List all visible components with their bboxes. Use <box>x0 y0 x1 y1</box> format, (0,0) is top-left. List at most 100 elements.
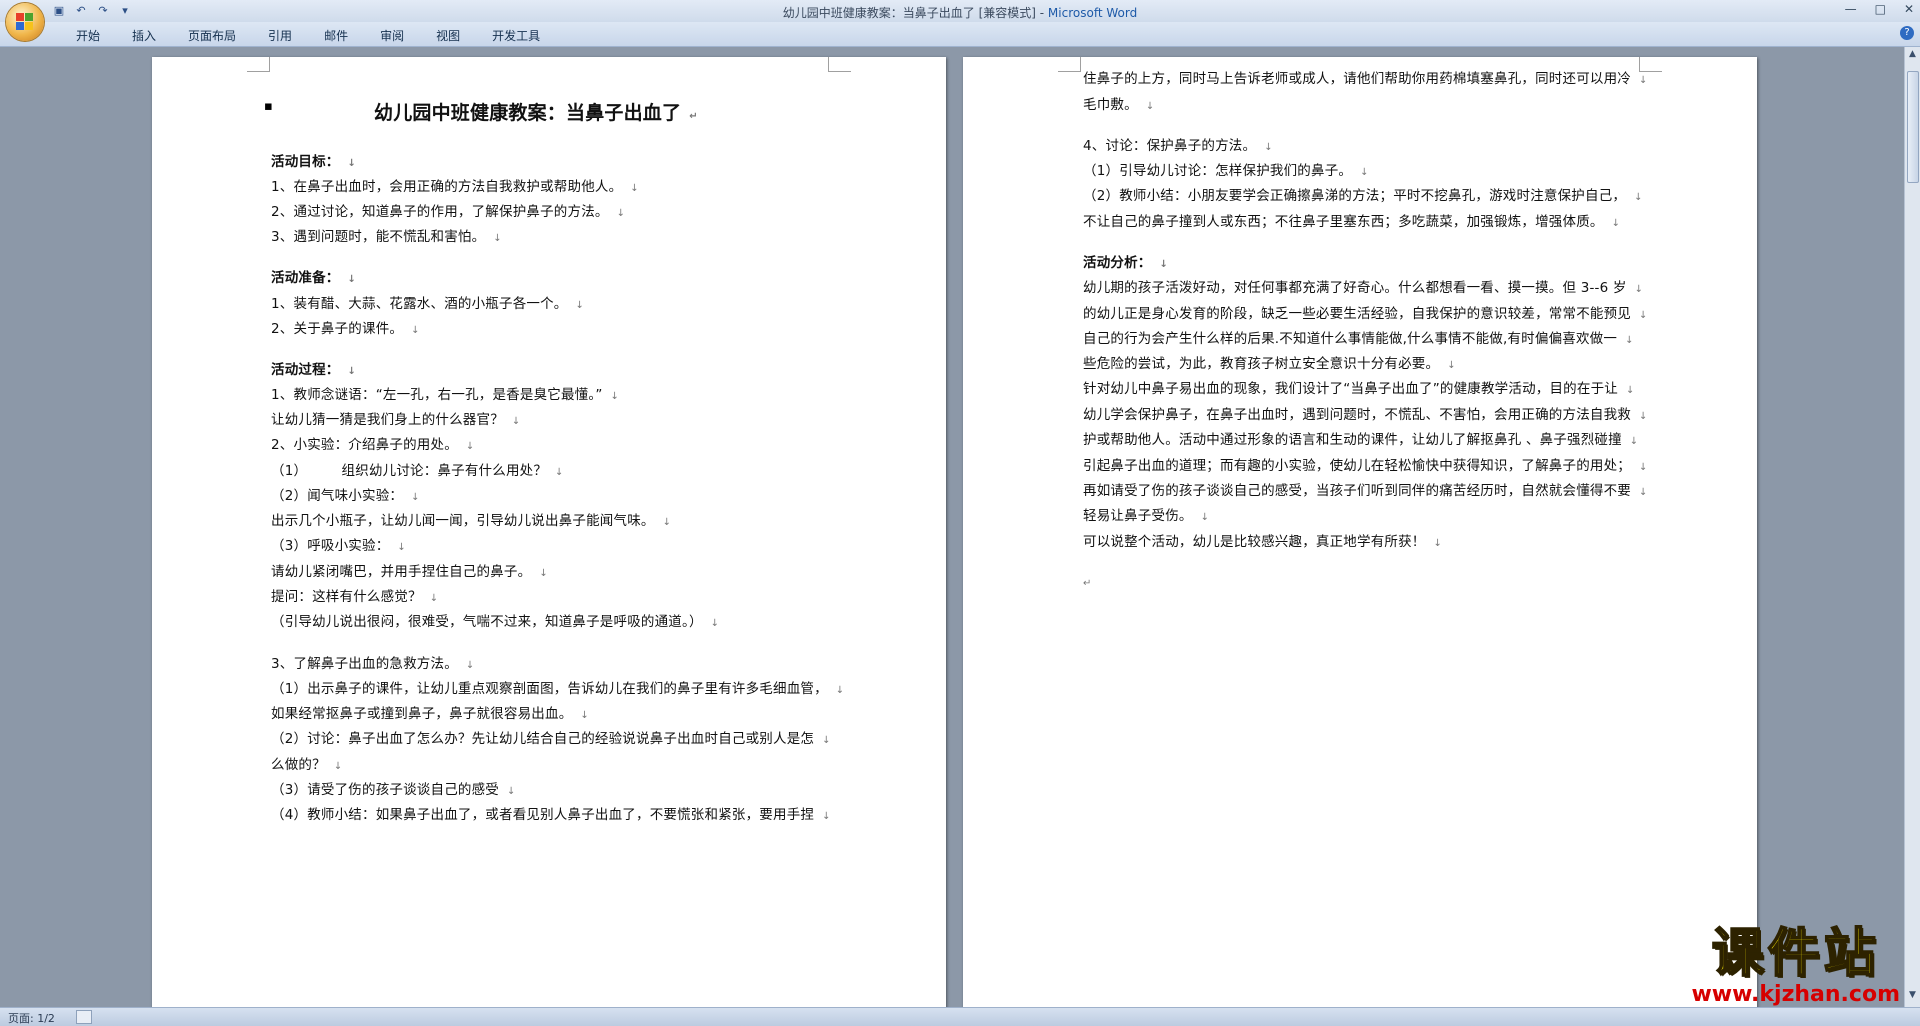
paragraph-mark: ↵ <box>689 111 698 122</box>
paragraph-mark: ↓ <box>1634 192 1643 203</box>
paragraph-line[interactable]: 幼儿期的孩子活泼好动，对任何事都充满了好奇心。什么都想看一看、摸一摸。但 3--… <box>1083 276 1643 296</box>
paragraph-line[interactable]: （4）教师小结：如果鼻子出血了，或者看见别人鼻子出血了，不要慌张和紧张，要用手捏… <box>271 803 831 823</box>
line-text: 2、关于鼻子的课件。 <box>271 321 404 337</box>
paragraph-mark: ↵ <box>1083 578 1092 589</box>
paragraph-line[interactable]: 请幼儿紧闭嘴巴，并用手捏住自己的鼻子。 ↓ <box>271 560 548 580</box>
paragraph-mark: ↓ <box>1625 335 1634 346</box>
line-text: （1） 组织幼儿讨论：鼻子有什么用处？ <box>271 463 548 479</box>
line-text: 3、遇到问题时，能不慌乱和害怕。 <box>271 229 486 245</box>
document-title: 幼儿园中班健康教案：当鼻子出血了 [兼容模式] - <box>782 6 1048 20</box>
paragraph-line[interactable]: 些危险的尝试，为此，教育孩子树立安全意识十分有必要。 ↓ <box>1083 352 1456 372</box>
line-text: 活动目标： <box>271 154 340 170</box>
line-text: 活动准备： <box>271 270 340 286</box>
minimize-button[interactable]: — <box>1845 2 1857 16</box>
paragraph-line[interactable]: 3、了解鼻子出血的急救方法。 ↓ <box>271 652 474 672</box>
line-text: 3、了解鼻子出血的急救方法。 <box>271 656 458 672</box>
crop-mark <box>828 57 851 72</box>
scrollbar-thumb[interactable] <box>1907 71 1919 183</box>
line-text: 4、讨论：保护鼻子的方法。 <box>1083 138 1257 154</box>
section-heading[interactable]: 活动过程： ↓ <box>271 358 356 378</box>
paragraph-line[interactable]: 幼儿学会保护鼻子，在鼻子出血时，遇到问题时，不慌乱、不害怕，会用正确的方法自我救… <box>1083 403 1648 423</box>
paragraph-line[interactable]: （1）出示鼻子的课件，让幼儿重点观察剖面图，告诉幼儿在我们的鼻子里有许多毛细血管… <box>271 677 844 697</box>
paragraph-line[interactable]: 1、装有醋、大蒜、花露水、酒的小瓶子各一个。 ↓ <box>271 292 584 312</box>
paragraph-line[interactable]: 出示几个小瓶子，让幼儿闻一闻，引导幼儿说出鼻子能闻气味。 ↓ <box>271 509 671 529</box>
paragraph-line[interactable]: （3）请受了伤的孩子谈谈自己的感受 ↓ <box>271 778 516 798</box>
paragraph-mark: ↓ <box>575 300 585 311</box>
macro-record-icon[interactable] <box>76 1010 92 1024</box>
tab-references[interactable]: 引用 <box>252 27 308 44</box>
paragraph-line[interactable]: 轻易让鼻子受伤。 ↓ <box>1083 504 1209 524</box>
maximize-button[interactable]: □ <box>1875 2 1886 16</box>
line-text: （2）讨论：鼻子出血了怎么办？先让幼儿结合自己的经验说说鼻子出血时自己或别人是怎 <box>271 731 815 747</box>
paragraph-line[interactable]: 提问：这样有什么感觉？ ↓ <box>271 585 438 605</box>
paragraph-mark: ↓ <box>630 183 639 194</box>
close-button[interactable]: ✕ <box>1904 2 1914 16</box>
line-text: （2）闻气味小实验： <box>271 488 404 504</box>
paragraph-line[interactable]: 1、教师念谜语：“左一孔，右一孔，是香是臭它最懂。” ↓ <box>271 383 619 403</box>
paragraph-line[interactable]: （2）闻气味小实验： ↓ <box>271 484 420 504</box>
tab-mailings[interactable]: 邮件 <box>308 27 364 44</box>
paragraph-line[interactable]: （2）讨论：鼻子出血了怎么办？先让幼儿结合自己的经验说说鼻子出血时自己或别人是怎… <box>271 727 831 747</box>
line-text: 不让自己的鼻子撞到人或东西；不往鼻子里塞东西；多吃蔬菜，加强锻炼，增强体质。 <box>1083 214 1604 230</box>
paragraph-line[interactable]: （2）教师小结：小朋友要学会正确擦鼻涕的方法；平时不挖鼻孔，游戏时注意保护自己，… <box>1083 184 1643 204</box>
line-text: （2）教师小结：小朋友要学会正确擦鼻涕的方法；平时不挖鼻孔，游戏时注意保护自己， <box>1083 188 1627 204</box>
tab-insert[interactable]: 插入 <box>116 27 172 44</box>
scroll-down-icon[interactable]: ▼ <box>1905 990 1920 1005</box>
paragraph-line[interactable]: （1）引导幼儿讨论：怎样保护我们的鼻子。 ↓ <box>1083 159 1369 179</box>
tab-review[interactable]: 审阅 <box>364 27 420 44</box>
paragraph-line[interactable]: 让幼儿猜一猜是我们身上的什么器官？ ↓ <box>271 408 521 428</box>
paragraph-line[interactable]: 不让自己的鼻子撞到人或东西；不往鼻子里塞东西；多吃蔬菜，加强锻炼，增强体质。 ↓ <box>1083 210 1620 230</box>
paragraph-line[interactable]: 可以说整个活动，幼儿是比较感兴趣，真正地学有所获！ ↓ <box>1083 530 1442 550</box>
paragraph-line[interactable]: 再如请受了伤的孩子谈谈自己的感受，当孩子们听到同伴的痛苦经历时，自然就会懂得不要… <box>1083 479 1648 499</box>
paragraph-mark: ↓ <box>493 233 502 244</box>
paragraph-line[interactable]: 2、小实验：介绍鼻子的用处。 ↓ <box>271 433 474 453</box>
tab-view[interactable]: 视图 <box>420 27 476 44</box>
paragraph-line[interactable]: 3、遇到问题时，能不慌乱和害怕。 ↓ <box>271 225 502 245</box>
bullet-mark: ▪ <box>264 99 273 114</box>
tab-page-layout[interactable]: 页面布局 <box>172 27 252 44</box>
section-heading[interactable]: 活动分析： ↓ <box>1083 251 1168 271</box>
line-text: （1）出示鼻子的课件，让幼儿重点观察剖面图，告诉幼儿在我们的鼻子里有许多毛细血管… <box>271 681 828 697</box>
help-icon[interactable]: ? <box>1900 26 1914 40</box>
paragraph-line[interactable]: 1、在鼻子出血时，会用正确的方法自我救护或帮助他人。 ↓ <box>271 175 639 195</box>
paragraph-line[interactable]: 护或帮助他人。活动中通过形象的语言和生动的课件，让幼儿了解抠鼻孔 、鼻子强烈碰撞… <box>1083 428 1638 448</box>
paragraph-line[interactable]: 2、关于鼻子的课件。 ↓ <box>271 317 420 337</box>
line-text: 出示几个小瓶子，让幼儿闻一闻，引导幼儿说出鼻子能闻气味。 <box>271 513 655 529</box>
scroll-up-icon[interactable]: ▲ <box>1905 49 1920 64</box>
tab-developer[interactable]: 开发工具 <box>476 27 556 44</box>
paragraph-mark: ↓ <box>347 366 357 377</box>
paragraph-line[interactable]: 针对幼儿中鼻子易出血的现象，我们设计了“当鼻子出血了”的健康教学活动，目的在于让… <box>1083 377 1635 397</box>
paragraph-line[interactable]: 如果经常抠鼻子或撞到鼻子，鼻子就很容易出血。 ↓ <box>271 702 589 722</box>
paragraph-line[interactable]: 的幼儿正是身心发育的阶段，缺乏一些必要生活经验，自我保护的意识较差，常常不能预见… <box>1083 302 1648 322</box>
paragraph-line[interactable]: 自己的行为会产生什么样的后果.不知道什么事情能做,什么事情不能做,有时偏偏喜欢做… <box>1083 327 1634 347</box>
line-text: （4）教师小结：如果鼻子出血了，或者看见别人鼻子出血了，不要慌张和紧张，要用手捏 <box>271 807 815 823</box>
paragraph-line[interactable]: 毛巾敷。 ↓ <box>1083 93 1154 113</box>
section-heading[interactable]: 活动目标： ↓ <box>271 150 356 170</box>
crop-mark <box>1058 57 1081 72</box>
paragraph-line[interactable]: （3）呼吸小实验： ↓ <box>271 534 406 554</box>
line-text: 1、教师念谜语：“左一孔，右一孔，是香是臭它最懂。” <box>271 387 603 403</box>
watermark-url: www.kjzhan.com <box>1691 982 1900 1007</box>
paragraph-mark: ↓ <box>555 467 564 478</box>
paragraph-line[interactable]: （1） 组织幼儿讨论：鼻子有什么用处？ ↓ <box>271 459 564 479</box>
page-indicator[interactable]: 页面: 1/2 <box>8 1010 55 1026</box>
paragraph-line[interactable]: 引起鼻子出血的道理；而有趣的小实验，使幼儿在轻松愉快中获得知识，了解鼻子的用处；… <box>1083 454 1648 474</box>
section-heading[interactable]: 活动准备： ↓ <box>271 266 356 286</box>
line-text: （3）呼吸小实验： <box>271 538 390 554</box>
paragraph-line[interactable]: 4、讨论：保护鼻子的方法。 ↓ <box>1083 134 1273 154</box>
office-button[interactable] <box>6 3 44 41</box>
paragraph-line[interactable]: 住鼻子的上方，同时马上告诉老师或成人，请他们帮助你用药棉填塞鼻孔，同时还可以用冷… <box>1083 67 1648 87</box>
paragraph-line[interactable]: （引导幼儿说出很闷，很难受，气喘不过来，知道鼻子是呼吸的通道。） ↓ <box>271 610 719 630</box>
line-text: 提问：这样有什么感觉？ <box>271 589 422 605</box>
paragraph-mark: ↓ <box>1200 512 1210 523</box>
vertical-scrollbar[interactable]: ▲ ▼ <box>1904 47 1920 1007</box>
watermark-logo: 课件站 <box>1711 924 1880 984</box>
document-heading[interactable]: 幼儿园中班健康教案：当鼻子出血了 ↵ <box>374 98 698 125</box>
paragraph-line[interactable]: 2、通过讨论，知道鼻子的作用，了解保护鼻子的方法。 ↓ <box>271 200 625 220</box>
paragraph-mark: ↓ <box>1433 538 1443 549</box>
line-text: 让幼儿猜一猜是我们身上的什么器官？ <box>271 412 504 428</box>
paragraph-mark: ↓ <box>1611 218 1621 229</box>
paragraph-line[interactable]: 么做的？ ↓ <box>271 753 342 773</box>
tab-home[interactable]: 开始 <box>60 27 116 44</box>
paragraph-mark: ↓ <box>539 568 548 579</box>
